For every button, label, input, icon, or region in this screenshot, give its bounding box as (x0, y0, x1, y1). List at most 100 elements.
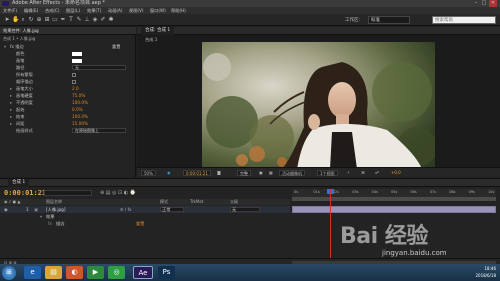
menu-file[interactable]: 文件(F) (3, 7, 17, 14)
text-tool-icon[interactable]: T (68, 17, 74, 23)
effect-reset-link[interactable]: 重置 (112, 43, 120, 50)
effect-property-value[interactable]: 100.0% (72, 99, 88, 106)
time-ruler[interactable]: 0s 01s 02s 03s 04s 05s 06s 07s 08s 09s 10s (292, 189, 496, 197)
viewer-timecode[interactable]: 0:00:01:21 (183, 170, 211, 176)
snapshot-icon[interactable]: ◉ (165, 170, 173, 176)
effect-property-row[interactable]: ▸ 画笔大小 2.0 (0, 85, 136, 92)
property-checkbox[interactable] (72, 72, 76, 77)
hand-tool-icon[interactable]: ✋ (12, 17, 19, 23)
workspace-select[interactable]: 标准 (368, 16, 410, 24)
clone-stamp-tool-icon[interactable]: ⊥ (84, 17, 90, 23)
region-of-interest-icon[interactable]: ▣ (257, 170, 265, 176)
effect-property-row[interactable]: ▸ 画笔硬度 75.0% (0, 92, 136, 99)
layer-duration-bar[interactable] (292, 206, 496, 213)
layer-mode-select[interactable]: 正常 (160, 207, 184, 212)
effect-property-row[interactable]: ▾ fx 描边 重置 (0, 43, 136, 50)
zoom-tool-icon[interactable]: ⌕ (20, 17, 26, 23)
fx-icon[interactable]: fx (48, 220, 52, 227)
expand-triangle-icon[interactable]: ▸ (10, 99, 12, 106)
effects-group-row[interactable]: ▾ 效果 (0, 213, 290, 220)
work-area-bar[interactable] (292, 197, 496, 201)
effect-property-row[interactable]: ▸ 不透明度 100.0% (0, 99, 136, 106)
col-mode[interactable]: 模式 (160, 199, 168, 205)
property-dropdown[interactable]: 无 (72, 65, 126, 70)
expand-triangle-icon[interactable]: ▸ (10, 120, 12, 127)
effect-property-value[interactable]: 75.0% (72, 92, 85, 99)
menu-layer[interactable]: 图层(L) (66, 7, 80, 14)
camera-tool-icon[interactable]: ⊕ (36, 17, 42, 23)
effect-property-row[interactable]: 画笔 (0, 57, 136, 64)
camera-select[interactable]: 活动摄像机 (279, 170, 305, 176)
maximize-icon[interactable]: □ (480, 0, 488, 7)
layer-row[interactable]: ◉ 1 ▣ [人像.jpg] ✲ / fx 正常 无 (0, 206, 290, 213)
composition-subtab[interactable]: 合成 1 (145, 37, 157, 43)
start-button-icon[interactable]: ⊞ (2, 265, 16, 280)
system-clock[interactable]: 18:46 2018/6/18 (462, 265, 496, 279)
menu-edit[interactable]: 编辑(E) (24, 7, 38, 14)
menu-help[interactable]: 帮助(H) (171, 7, 186, 14)
effect-property-row[interactable]: ▸ 结束 100.0% (0, 113, 136, 120)
fast-preview-icon[interactable]: ⚡ (345, 170, 352, 176)
layer-switches-icon[interactable]: ✲ / fx (120, 206, 132, 213)
color-swatch[interactable] (72, 51, 82, 56)
close-icon[interactable]: ✕ (489, 0, 497, 7)
pan-behind-tool-icon[interactable]: ⊞ (44, 17, 50, 23)
chrome-icon[interactable]: ◎ (108, 266, 125, 279)
selection-tool-icon[interactable]: ➤ (4, 17, 10, 23)
layer-name[interactable]: [人像.jpg] (46, 206, 65, 213)
expand-triangle-icon[interactable]: ▾ (40, 213, 42, 220)
tab-timeline-comp[interactable]: 合成 1 (8, 179, 30, 187)
zoom-select[interactable]: 50% (141, 170, 156, 176)
effect-property-row[interactable]: 路径 无 (0, 64, 136, 71)
effect-row-stroke[interactable]: fx 描边 重置 (0, 220, 290, 227)
effect-property-row[interactable]: ▸ 间距 15.00% (0, 120, 136, 127)
expand-triangle-icon[interactable]: ▸ (10, 113, 12, 120)
ie-icon[interactable]: e (24, 266, 41, 279)
after-effects-taskbar-icon[interactable]: Ae (133, 266, 153, 279)
effect-property-row[interactable]: ▸ 起始 0.0% (0, 106, 136, 113)
color-swatch[interactable] (72, 58, 82, 63)
expand-triangle-icon[interactable]: ▸ (10, 106, 12, 113)
brush-tool-icon[interactable]: ✎ (76, 17, 82, 23)
tab-composition[interactable]: 合成: 合成 1 (141, 27, 175, 35)
explorer-icon[interactable]: ▤ (45, 266, 62, 279)
exposure-value[interactable]: +0.0 (389, 170, 403, 176)
timeline-switch-icons[interactable]: ⊕ ▤ ◎ ⊡ ◐ ⌚ (100, 190, 136, 196)
expand-triangle-icon[interactable]: ▾ (4, 43, 6, 50)
puppet-pin-tool-icon[interactable]: ✱ (108, 17, 114, 23)
menu-composition[interactable]: 合成(C) (45, 7, 60, 14)
property-checkbox[interactable] (72, 79, 76, 84)
mask-tool-icon[interactable]: ▭ (52, 17, 58, 23)
menu-window[interactable]: 窗口(W) (150, 7, 166, 14)
timeline-search-input[interactable] (44, 190, 92, 196)
effect-property-value[interactable]: 15.00% (72, 120, 88, 127)
layer-parent-select[interactable]: 无 (230, 207, 260, 212)
rotate-tool-icon[interactable]: ↻ (28, 17, 34, 23)
minimize-icon[interactable]: – (472, 0, 480, 7)
eraser-tool-icon[interactable]: ◈ (92, 17, 98, 23)
timeline-timecode[interactable]: 0:00:01:21 (4, 189, 46, 197)
composition-viewer-image[interactable] (202, 42, 435, 169)
col-layer-name[interactable]: 图层名称 (46, 199, 62, 205)
effect-property-row[interactable]: 顺序描边 (0, 78, 136, 85)
effect-property-value[interactable]: 0.0% (72, 106, 83, 113)
media-player-icon[interactable]: ▶ (87, 266, 104, 279)
playhead-line[interactable] (330, 189, 331, 259)
flowchart-icon[interactable]: ☍ (373, 170, 381, 176)
pen-tool-icon[interactable]: ✒ (60, 17, 66, 23)
col-parent[interactable]: 父级 (230, 199, 238, 205)
effect-property-row[interactable]: 所有蒙版 (0, 71, 136, 78)
effect-property-row[interactable]: 绘画样式 在原始图像上 (0, 127, 136, 134)
menu-view[interactable]: 视图(V) (129, 7, 144, 14)
photoshop-icon[interactable]: Ps (158, 266, 175, 279)
views-select[interactable]: 1个视图 (317, 170, 338, 176)
effect-property-value[interactable]: 100.0% (72, 113, 88, 120)
effect-property-value[interactable]: 2.0 (72, 85, 79, 92)
roto-brush-tool-icon[interactable]: ✐ (100, 17, 106, 23)
menu-animation[interactable]: 动画(A) (108, 7, 123, 14)
property-dropdown[interactable]: 在原始图像上 (72, 128, 126, 133)
timeline-link-icon[interactable]: ⌘ (359, 170, 367, 176)
effect-property-row[interactable]: 颜色 (0, 50, 136, 57)
col-trkmat[interactable]: TrkMat (190, 199, 203, 205)
tab-effect-controls[interactable]: 效果控件: 人像.jpg (3, 27, 39, 35)
